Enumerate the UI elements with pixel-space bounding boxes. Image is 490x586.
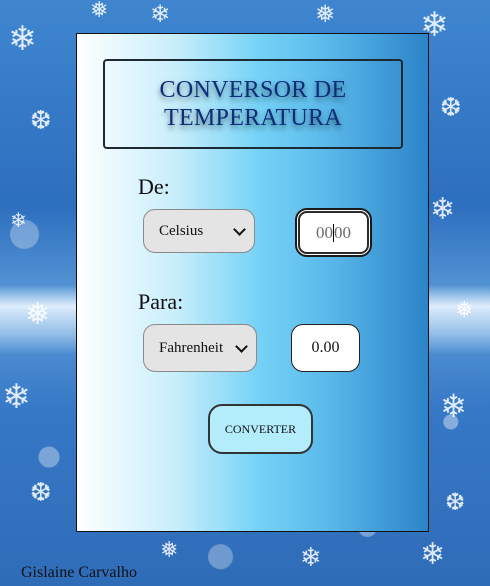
snowflake-icon: ❆ [445, 488, 466, 516]
snowflake-icon: ❆ [30, 478, 52, 508]
from-label: De: [138, 174, 170, 199]
title-box: CONVERSOR DE TEMPERATURA [103, 59, 403, 149]
snowflake-icon: ❄ [430, 192, 456, 227]
from-value-left: 00 [316, 222, 333, 242]
page-title: CONVERSOR DE TEMPERATURA [160, 76, 347, 132]
author-credit: Gislaine Carvalho [21, 564, 137, 581]
snowflake-icon: ❄ [150, 0, 171, 28]
snowflake-icon: ❆ [30, 106, 52, 136]
snowflake-icon: ❄ [440, 387, 467, 425]
title-line-2: TEMPERATURA [164, 105, 342, 131]
convert-button[interactable]: CONVERTER [208, 404, 313, 454]
snowflake-icon: ❅ [25, 297, 51, 332]
snowflake-icon: ❄ [300, 543, 322, 573]
from-value-input[interactable]: 00 00 [295, 208, 372, 257]
from-unit-select[interactable]: Celsius [143, 209, 255, 253]
title-line-1: CONVERSOR DE [159, 77, 347, 103]
snowflake-icon: ❆ [440, 93, 462, 123]
to-unit-value: Fahrenheit [159, 339, 224, 356]
to-value-output: 0.00 [291, 324, 360, 372]
from-unit-value: Celsius [159, 222, 204, 239]
snowflake-icon: ❄ [420, 537, 446, 572]
chevron-down-icon [233, 222, 246, 236]
snowflake-icon: ❄ [10, 208, 27, 232]
snowflake-icon: ❅ [455, 298, 474, 323]
snowflake-icon: ❄ [2, 377, 31, 417]
snowflake-icon: ❅ [315, 0, 336, 28]
chevron-down-icon [235, 339, 248, 353]
to-value: 0.00 [311, 339, 340, 356]
snowflake-icon: ❅ [90, 0, 109, 23]
snowflake-icon: ❅ [160, 538, 179, 563]
from-value-right: 00 [334, 222, 351, 242]
to-label: Para: [138, 289, 184, 314]
snowflake-icon: ❄ [8, 19, 37, 59]
converter-panel: CONVERSOR DE TEMPERATURA De: Celsius 00 0… [76, 33, 429, 532]
to-unit-select[interactable]: Fahrenheit [143, 324, 257, 372]
